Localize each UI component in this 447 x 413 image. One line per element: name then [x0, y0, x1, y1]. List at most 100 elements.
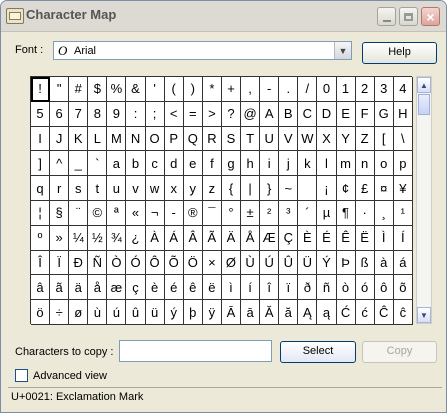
character-cell[interactable]: C — [298, 101, 318, 127]
character-cell[interactable]: Ô — [145, 250, 165, 276]
character-cell[interactable]: þ — [183, 300, 203, 325]
character-cell[interactable]: ³ — [279, 200, 299, 226]
character-cell[interactable]: £ — [355, 176, 375, 201]
maximize-button[interactable] — [399, 7, 418, 26]
character-cell[interactable]: < — [164, 101, 184, 127]
character-cell[interactable]: w — [145, 176, 165, 201]
scroll-up-arrow[interactable]: ▲ — [417, 77, 431, 93]
character-cell[interactable]: X — [317, 126, 337, 152]
character-cell[interactable]: [ — [374, 126, 394, 152]
character-cell[interactable]: û — [126, 300, 146, 325]
character-cell[interactable]: y — [183, 176, 203, 201]
character-cell[interactable]: j — [279, 151, 299, 177]
character-cell[interactable]: ¼ — [69, 225, 89, 251]
character-cell[interactable]: d — [164, 151, 184, 177]
character-cell[interactable]: ê — [183, 275, 203, 301]
character-cell[interactable]: o — [374, 151, 394, 177]
character-cell[interactable]: ø — [69, 300, 89, 325]
font-select[interactable]: O Arial ▼ — [53, 41, 352, 60]
character-cell[interactable]: ¿ — [126, 225, 146, 251]
character-cell[interactable]: Ñ — [88, 250, 108, 276]
character-cell[interactable]: Æ — [260, 225, 280, 251]
character-cell[interactable]: Y — [336, 126, 356, 152]
character-cell[interactable]: Å — [241, 225, 261, 251]
character-cell[interactable]: º — [31, 225, 51, 251]
character-cell[interactable]: À — [145, 225, 165, 251]
character-cell[interactable]: G — [374, 101, 394, 127]
character-cell[interactable]: ½ — [88, 225, 108, 251]
character-grid-scrollbar[interactable]: ▲ ▼ — [416, 76, 432, 324]
character-cell[interactable]: ç — [126, 275, 146, 301]
character-cell[interactable]: W — [298, 126, 318, 152]
character-cell[interactable]: § — [50, 200, 70, 226]
character-cell[interactable]: l — [317, 151, 337, 177]
character-cell[interactable]: @ — [241, 101, 261, 127]
character-cell[interactable]: J — [50, 126, 70, 152]
character-cell[interactable]: $ — [88, 77, 108, 102]
character-cell[interactable]: z — [202, 176, 222, 201]
scroll-down-arrow[interactable]: ▼ — [417, 307, 431, 323]
help-button[interactable]: Help — [362, 42, 437, 64]
character-cell[interactable]: Â — [183, 225, 203, 251]
character-cell[interactable]: ß — [355, 250, 375, 276]
character-cell[interactable]: _ — [69, 151, 89, 177]
character-cell[interactable]: > — [202, 101, 222, 127]
character-cell[interactable]: ¹ — [393, 200, 413, 226]
character-cell[interactable]: 0 — [317, 77, 337, 102]
character-cell[interactable]: È — [298, 225, 318, 251]
character-cell[interactable]: ¸ — [374, 200, 394, 226]
scroll-thumb[interactable] — [418, 94, 430, 115]
character-cell[interactable]: g — [221, 151, 242, 177]
character-cell[interactable]: Ý — [317, 250, 337, 276]
character-cell[interactable]: p — [393, 151, 413, 177]
character-cell[interactable]: ¥ — [393, 176, 413, 201]
character-cell[interactable]: ] — [31, 151, 51, 177]
character-cell[interactable]: - — [260, 77, 280, 102]
character-cell[interactable]: ÿ — [202, 300, 222, 325]
character-cell[interactable]: » — [50, 225, 70, 251]
character-cell[interactable]: Ă — [260, 300, 280, 325]
character-cell[interactable]: ë — [202, 275, 222, 301]
character-cell[interactable]: ? — [221, 101, 242, 127]
character-cell[interactable]: ¬ — [145, 200, 165, 226]
character-cell[interactable]: í — [241, 275, 261, 301]
character-cell[interactable]: i — [260, 151, 280, 177]
character-cell[interactable] — [298, 176, 318, 201]
advanced-view-checkbox[interactable] — [15, 369, 28, 382]
character-cell[interactable]: Ç — [279, 225, 299, 251]
character-cell[interactable]: P — [164, 126, 184, 152]
character-cell[interactable]: ï — [279, 275, 299, 301]
character-cell[interactable]: B — [279, 101, 299, 127]
character-cell[interactable]: æ — [107, 275, 127, 301]
character-cell[interactable]: H — [393, 101, 413, 127]
character-cell[interactable]: / — [298, 77, 318, 102]
character-cell[interactable]: | — [241, 176, 261, 201]
character-cell[interactable]: ¤ — [374, 176, 394, 201]
character-cell[interactable]: = — [183, 101, 203, 127]
character-cell[interactable]: ` — [88, 151, 108, 177]
character-cell[interactable]: ó — [355, 275, 375, 301]
character-cell[interactable]: ú — [107, 300, 127, 325]
character-cell[interactable]: Ā — [221, 300, 242, 325]
character-cell[interactable]: ± — [241, 200, 261, 226]
character-cell[interactable]: ñ — [317, 275, 337, 301]
character-cell[interactable]: Ó — [126, 250, 146, 276]
character-cell[interactable]: Z — [355, 126, 375, 152]
character-cell[interactable]: Ì — [374, 225, 394, 251]
character-cell[interactable]: ÷ — [50, 300, 70, 325]
character-cell[interactable]: õ — [393, 275, 413, 301]
character-cell[interactable]: L — [88, 126, 108, 152]
character-cell[interactable]: b — [126, 151, 146, 177]
character-cell[interactable]: ü — [145, 300, 165, 325]
character-cell[interactable]: e — [183, 151, 203, 177]
character-cell[interactable]: q — [31, 176, 51, 201]
character-cell[interactable]: 5 — [31, 101, 51, 127]
character-cell[interactable]: : — [126, 101, 146, 127]
character-cell[interactable]: a — [107, 151, 127, 177]
character-cell[interactable]: 8 — [88, 101, 108, 127]
select-button[interactable]: Select — [280, 341, 356, 363]
character-cell[interactable]: Î — [31, 250, 51, 276]
character-cell[interactable]: 7 — [69, 101, 89, 127]
character-cell[interactable]: 3 — [374, 77, 394, 102]
character-cell[interactable]: M — [107, 126, 127, 152]
